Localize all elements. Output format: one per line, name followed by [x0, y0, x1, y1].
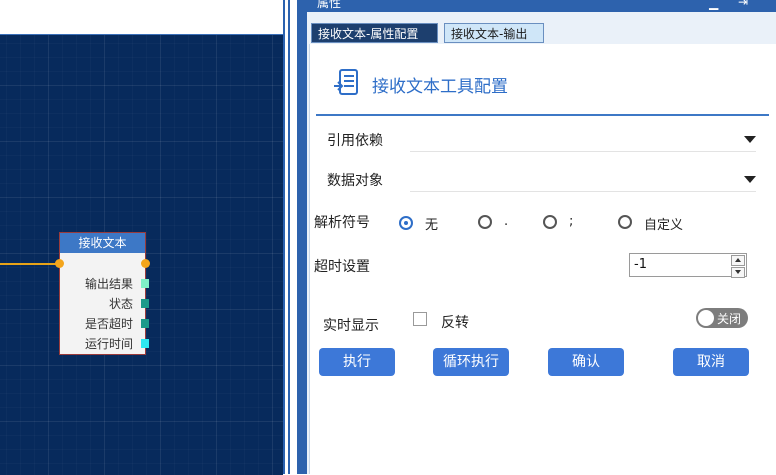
realtime-toggle[interactable]: 关闭: [696, 308, 748, 328]
panel-title: 属性: [317, 0, 342, 10]
radio-parse-none[interactable]: [399, 216, 413, 230]
radio-parse-semicolon-label[interactable]: ;: [569, 214, 573, 229]
timeout-value: -1: [634, 257, 647, 272]
config-title: 接收文本工具配置: [372, 77, 508, 97]
radio-parse-none-label[interactable]: 无: [425, 214, 438, 233]
panel-left-border: [297, 12, 307, 474]
title-divider: [316, 114, 769, 116]
radio-parse-dot-label[interactable]: .: [504, 214, 508, 229]
realtime-label: 实时显示: [323, 318, 379, 334]
radio-parse-semicolon[interactable]: [543, 215, 557, 229]
radio-parse-dot[interactable]: [478, 215, 492, 229]
minimize-icon[interactable]: ▁: [709, 0, 718, 10]
panel-header: 属性 ▁ ⇥: [297, 0, 776, 12]
tab-properties[interactable]: 接收文本-属性配置: [311, 23, 438, 43]
spin-down-button[interactable]: [731, 267, 745, 278]
tab-strip: 接收文本-属性配置 接收文本-输出: [307, 12, 776, 44]
timeout-spinbox[interactable]: -1: [629, 253, 747, 278]
confirm-button[interactable]: 确认: [548, 348, 624, 376]
radio-parse-custom[interactable]: [618, 215, 632, 229]
arrow-down-icon: [735, 270, 741, 274]
cancel-button[interactable]: 取消: [673, 348, 749, 376]
property-panel: 属性 ▁ ⇥ 接收文本-属性配置 接收文本-输出 接收文本工具配置 引用依赖 数…: [297, 0, 776, 474]
parse-symbol-label: 解析符号: [314, 215, 370, 231]
document-config-icon: [334, 69, 358, 95]
invert-checkbox[interactable]: [413, 312, 427, 326]
timeout-label: 超时设置: [314, 259, 370, 275]
canvas-region: 接收文本 输出结果 状态 是否超时 运行时间: [0, 0, 292, 475]
pin-icon[interactable]: ⇥: [738, 0, 748, 9]
arrow-up-icon: [735, 258, 741, 262]
data-object-select[interactable]: [410, 167, 756, 192]
chevron-down-icon[interactable]: [744, 176, 756, 183]
toggle-knob: [698, 310, 714, 326]
left-pane-border: [0, 0, 290, 474]
spin-buttons: [731, 255, 745, 278]
spin-up-button[interactable]: [731, 255, 745, 266]
run-button[interactable]: 执行: [319, 348, 395, 376]
chevron-down-icon[interactable]: [744, 136, 756, 143]
dependency-select[interactable]: [410, 127, 756, 152]
loop-run-button[interactable]: 循环执行: [433, 348, 509, 376]
dependency-label: 引用依赖: [327, 133, 383, 149]
config-content: 接收文本工具配置 引用依赖 数据对象 解析符号 无 . ; 自定义 超时设置 -…: [309, 44, 776, 474]
tab-output[interactable]: 接收文本-输出: [444, 23, 544, 43]
toggle-label: 关闭: [717, 312, 742, 326]
radio-parse-custom-label[interactable]: 自定义: [644, 214, 683, 233]
invert-label[interactable]: 反转: [441, 312, 469, 332]
data-object-label: 数据对象: [327, 173, 383, 189]
